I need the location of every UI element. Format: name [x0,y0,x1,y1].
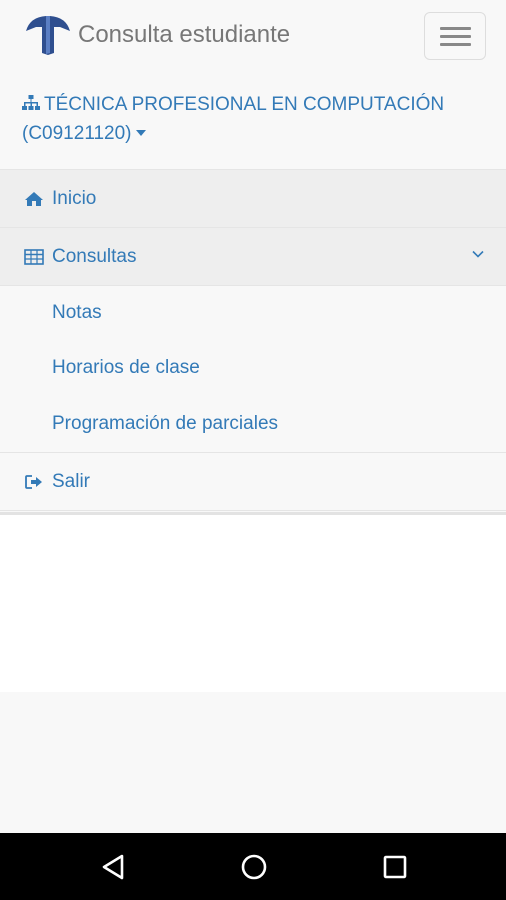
home-icon [25,191,43,206]
recents-icon[interactable] [382,853,408,881]
menu-item-consultas[interactable]: Consultas [0,228,506,286]
menu-item-salir[interactable]: Salir [0,453,506,511]
program-code: (C09121120) [22,123,132,144]
hamburger-bar [440,35,471,38]
consultas-submenu: Notas Horarios de clase Programación de … [0,286,506,453]
android-navigation-bar [0,833,506,900]
menu-item-label: Salir [52,470,91,492]
program-selector[interactable]: TÉCNICA PROFESIONAL EN COMPUTACIÓN (C091… [22,90,482,148]
menu-item-label: Inicio [52,187,97,209]
program-name: TÉCNICA PROFESIONAL EN COMPUTACIÓN [44,94,445,115]
submenu-item-notas[interactable]: Notas [0,286,506,340]
menu-item-inicio[interactable]: Inicio [0,170,506,228]
app-title: Consulta estudiante [78,21,291,48]
sign-out-icon [25,474,42,489]
brand[interactable]: Consulta estudiante [22,13,290,57]
home-circle-icon[interactable] [240,853,268,881]
submenu-item-parciales[interactable]: Programación de parciales [0,396,506,452]
menu-item-label: Consultas [52,245,137,267]
hamburger-bar [440,43,471,46]
chevron-down-icon[interactable] [472,248,484,260]
side-menu: Inicio Consultas Notas Horarios de clase… [0,169,506,511]
submenu-item-horarios[interactable]: Horarios de clase [0,340,506,396]
table-icon [24,248,44,265]
main-content [0,515,506,692]
caret-down-icon [135,130,146,136]
back-icon[interactable] [100,853,126,881]
sitemap-icon [22,95,40,110]
menu-toggle-button[interactable] [424,12,486,60]
hamburger-bar [440,27,471,30]
logo-icon [26,16,70,55]
navbar: Consulta estudiante [0,0,506,70]
